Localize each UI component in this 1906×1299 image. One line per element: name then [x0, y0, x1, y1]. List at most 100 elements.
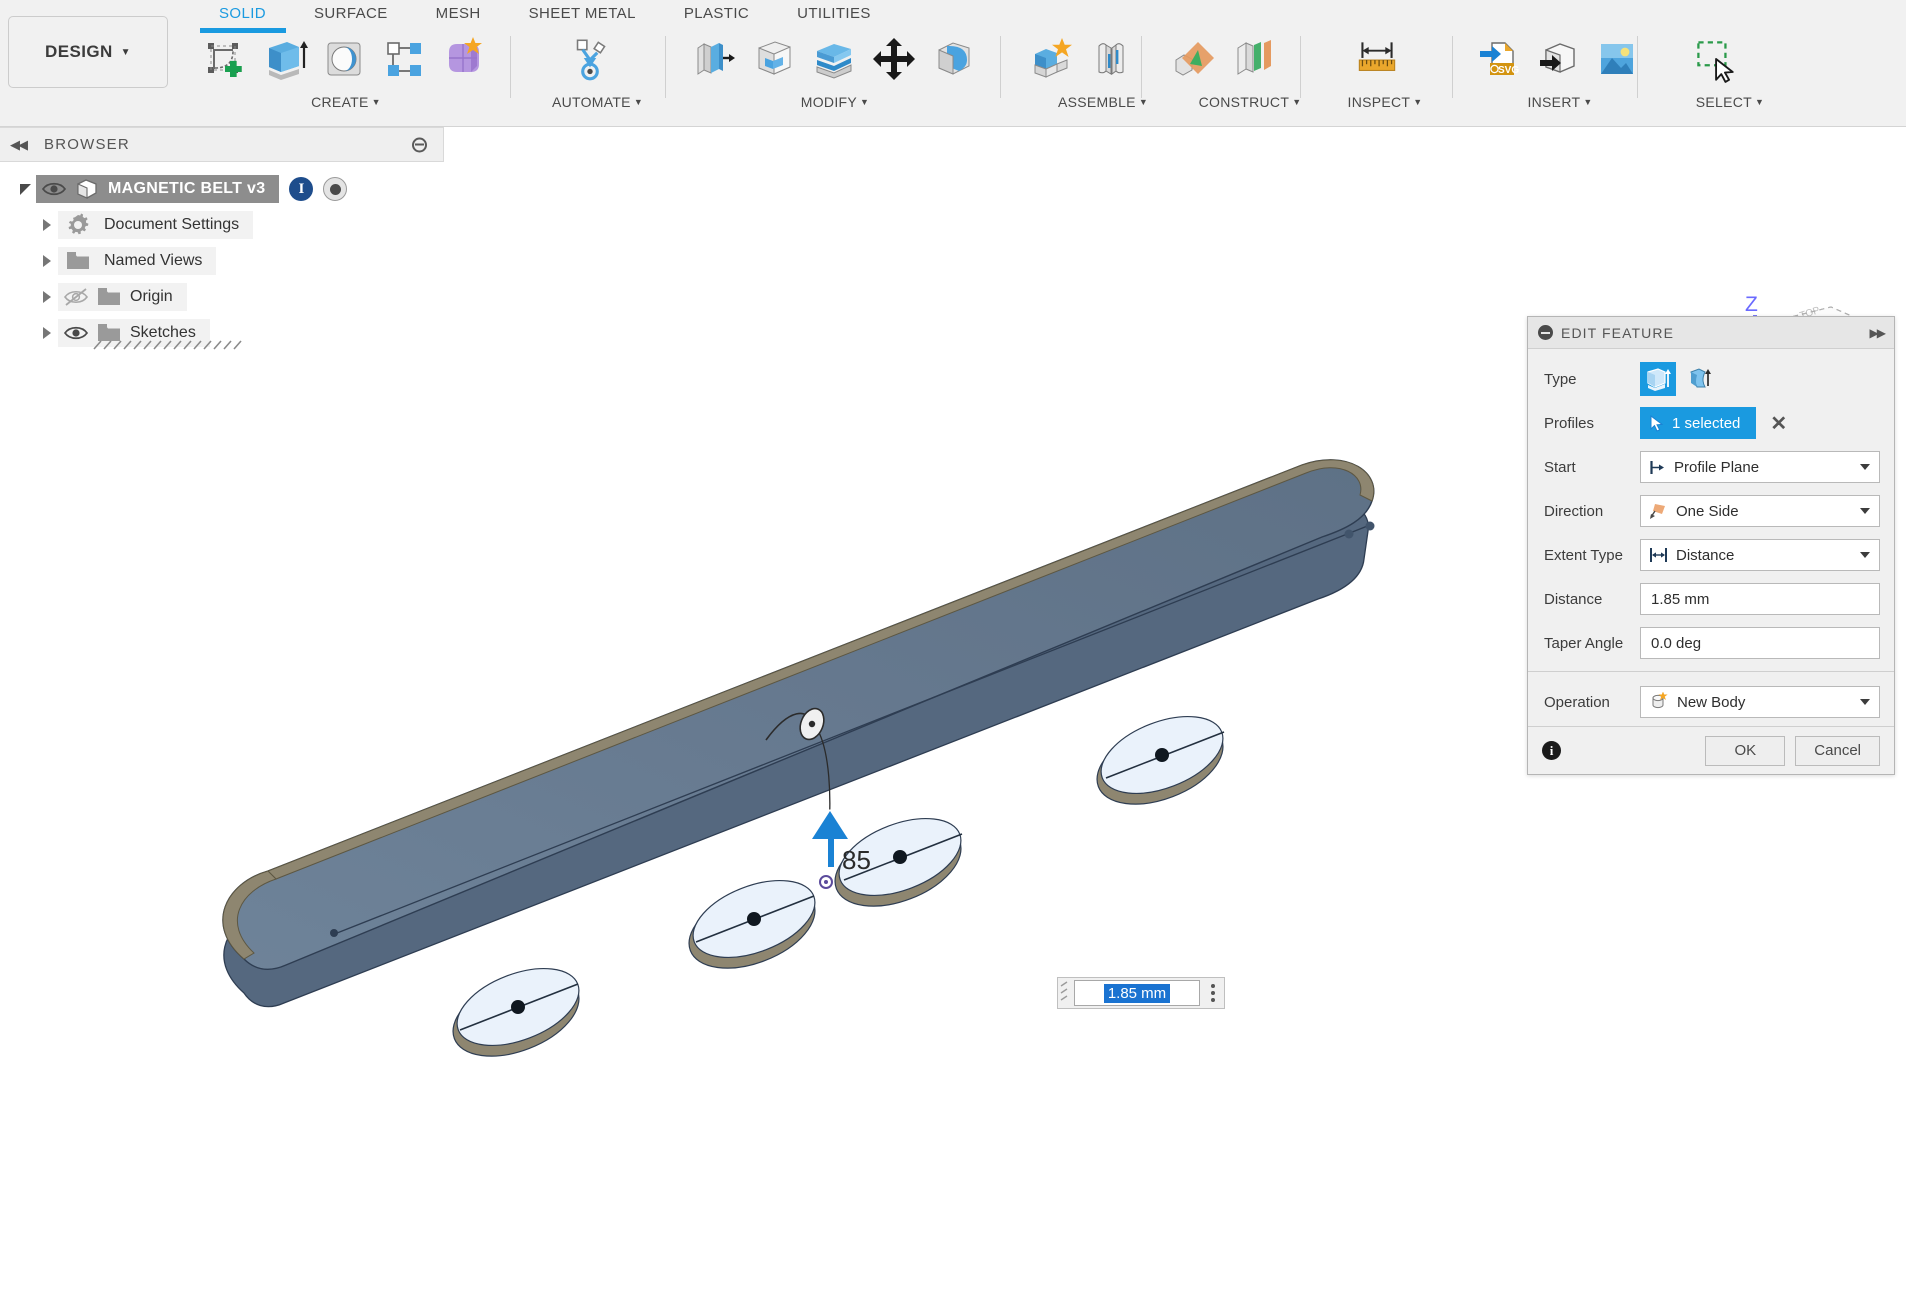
toolbar-separator	[1452, 36, 1453, 98]
expand-toggle[interactable]	[36, 291, 58, 303]
move-copy-icon[interactable]	[866, 30, 922, 88]
tree-row-origin[interactable]: Origin	[0, 279, 444, 315]
direction-value: One Side	[1676, 503, 1739, 520]
new-component-icon[interactable]	[1023, 30, 1079, 88]
tree-row-body[interactable]: Document Settings	[58, 211, 253, 239]
tab-utilities[interactable]: UTILITIES	[773, 4, 895, 30]
expand-right-icon[interactable]: ▶▶	[1870, 326, 1884, 340]
profiles-select-button[interactable]: 1 selected	[1640, 407, 1756, 439]
ok-button[interactable]: OK	[1705, 736, 1785, 766]
tab-solid[interactable]: SOLID	[195, 4, 290, 30]
start-dropdown[interactable]: Profile Plane	[1640, 451, 1880, 483]
create-sketch-icon[interactable]	[196, 30, 252, 88]
belt-hole[interactable]	[441, 953, 590, 1072]
sketch-hatch-decoration	[92, 337, 248, 353]
minus-circle-icon[interactable]	[412, 137, 427, 152]
appearance-badge-icon[interactable]	[323, 177, 347, 201]
close-icon[interactable]: ✕	[1770, 411, 1787, 436]
dialog-body: Type	[1528, 349, 1894, 726]
minus-circle-icon[interactable]	[1538, 325, 1553, 340]
pattern-icon[interactable]	[376, 30, 432, 88]
browser-panel: ◀◀ BROWSER	[0, 127, 444, 351]
offset-plane-icon[interactable]	[1165, 30, 1221, 88]
insert-svg-icon[interactable]: SVG	[1469, 30, 1525, 88]
tree-row-document-settings[interactable]: Document Settings	[0, 207, 444, 243]
distance-value-text: 1.85 mm	[1104, 984, 1170, 1003]
tab-surface[interactable]: SURFACE	[290, 4, 412, 30]
extrude-profile-icon[interactable]	[1640, 362, 1676, 396]
tree-row-body[interactable]: MAGNETIC BELT v3	[36, 175, 279, 203]
expand-toggle[interactable]	[36, 255, 58, 267]
tree-row-sketches[interactable]: Sketches	[0, 315, 444, 351]
belt-hole[interactable]	[677, 865, 826, 984]
sketch-point[interactable]	[330, 929, 338, 937]
operation-dropdown[interactable]: New Body	[1640, 686, 1880, 718]
expand-toggle[interactable]	[36, 327, 58, 339]
distance-value-field[interactable]: 1.85 mm	[1074, 980, 1200, 1006]
tree-row-body[interactable]: Named Views	[58, 247, 216, 275]
workspace-switcher-button[interactable]: DESIGN ▼	[8, 16, 168, 88]
drag-grip-icon[interactable]	[1058, 978, 1072, 1008]
field-label-profiles: Profiles	[1544, 415, 1640, 432]
toolbar-group-select: SELECT▼	[1650, 30, 1810, 122]
dialog-header[interactable]: EDIT FEATURE ▶▶	[1528, 317, 1894, 349]
start-value: Profile Plane	[1674, 459, 1759, 476]
measure-icon[interactable]	[1349, 30, 1405, 88]
more-vertical-icon[interactable]	[1202, 984, 1224, 1002]
revolve-icon[interactable]	[316, 30, 372, 88]
toolbar-separator	[510, 36, 511, 98]
info-icon[interactable]: i	[1542, 741, 1561, 760]
distance-input[interactable]: 1.85 mm	[1640, 583, 1880, 615]
press-pull-icon[interactable]	[686, 30, 742, 88]
direction-dropdown[interactable]: One Side	[1640, 495, 1880, 527]
tab-mesh[interactable]: MESH	[412, 4, 505, 30]
canvas-value-input[interactable]: 1.85 mm	[1057, 977, 1225, 1009]
dialog-divider	[1528, 671, 1894, 672]
extent-type-dropdown[interactable]: Distance	[1640, 539, 1880, 571]
toolbar-separator	[1141, 36, 1142, 98]
extrude-edge-icon[interactable]	[1682, 362, 1718, 396]
tree-row-body[interactable]: Origin	[58, 283, 187, 311]
expand-toggle[interactable]	[14, 184, 36, 195]
collapse-left-icon[interactable]: ◀◀	[10, 137, 26, 153]
toolbar-group-modify-label[interactable]: MODIFY▼	[680, 94, 990, 110]
combine-icon[interactable]	[926, 30, 982, 88]
extrude-icon[interactable]	[256, 30, 312, 88]
tree-row-named-views[interactable]: Named Views	[0, 243, 444, 279]
cancel-button[interactable]: Cancel	[1795, 736, 1880, 766]
expand-toggle[interactable]	[36, 219, 58, 231]
info-badge-icon[interactable]: I	[289, 177, 313, 201]
sketch-point[interactable]	[1366, 522, 1375, 531]
field-row-profiles: Profiles 1 selected ✕	[1528, 401, 1894, 445]
sketch-point[interactable]	[1345, 530, 1354, 539]
tab-sheet-metal[interactable]: SHEET METAL	[505, 4, 660, 30]
toolbar-group-modify: MODIFY▼	[680, 30, 1000, 122]
workspace-tabs: SOLID SURFACE MESH SHEET METAL PLASTIC U…	[195, 4, 895, 30]
shell-icon[interactable]	[806, 30, 862, 88]
joint-icon[interactable]	[1083, 30, 1139, 88]
belt-hole[interactable]	[1085, 701, 1234, 820]
toolbar-group-select-label[interactable]: SELECT▼	[1650, 94, 1810, 110]
visibility-eye-icon[interactable]	[36, 181, 72, 197]
chevron-down-icon: ▼	[121, 47, 131, 58]
toolbar-group-automate-label[interactable]: AUTOMATE▼	[530, 94, 665, 110]
visibility-eye-off-icon[interactable]	[58, 288, 94, 306]
toolbar-group-inspect-label[interactable]: INSPECT▼	[1315, 94, 1455, 110]
chevron-down-icon	[20, 184, 31, 195]
fillet-icon[interactable]	[746, 30, 802, 88]
automate-icon[interactable]	[562, 30, 618, 88]
plane-through-icon[interactable]	[1225, 30, 1281, 88]
select-window-icon[interactable]	[1686, 30, 1742, 88]
tree-row-magnetic-belt[interactable]: MAGNETIC BELT v3 I	[0, 171, 444, 207]
taper-angle-input[interactable]: 0.0 deg	[1640, 627, 1880, 659]
edit-feature-dialog[interactable]: EDIT FEATURE ▶▶ Type	[1527, 316, 1895, 775]
visibility-eye-icon[interactable]	[58, 325, 94, 341]
toolbar-group-insert-label[interactable]: INSERT▼	[1465, 94, 1655, 110]
field-row-operation: Operation New Body	[1528, 678, 1894, 726]
tree-row-body[interactable]: Sketches	[58, 319, 210, 347]
tab-plastic[interactable]: PLASTIC	[660, 4, 773, 30]
toolbar-group-create-label[interactable]: CREATE▼	[196, 94, 496, 110]
mesh-create-icon[interactable]	[436, 30, 492, 88]
insert-mcmaster-icon[interactable]	[1529, 30, 1585, 88]
toolbar-separator	[1637, 36, 1638, 98]
